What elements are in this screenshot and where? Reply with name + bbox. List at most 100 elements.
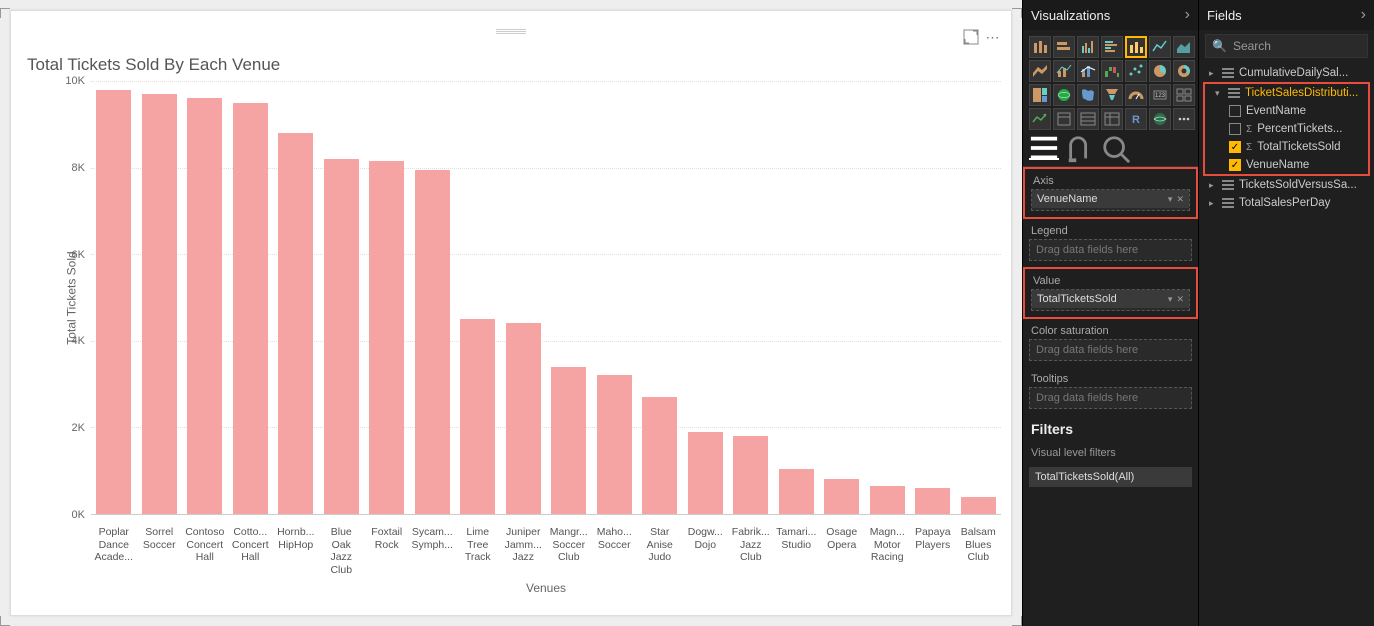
bar[interactable] xyxy=(642,397,677,514)
bar[interactable] xyxy=(824,479,859,514)
checkbox[interactable]: ✓ xyxy=(1229,141,1241,153)
fields-panel: Fields › 🔍 Search ▸CumulativeDailySal...… xyxy=(1198,0,1374,626)
field-row[interactable]: ✓ΣTotalTicketsSold xyxy=(1205,138,1368,156)
vis-type-icon[interactable] xyxy=(1173,60,1195,82)
analytics-tab-icon[interactable] xyxy=(1101,138,1131,160)
bar[interactable] xyxy=(597,375,632,514)
axis-well[interactable]: VenueName ▾ ✕ xyxy=(1031,189,1190,211)
bar[interactable] xyxy=(961,497,996,514)
table-name: TicketsSoldVersusSa... xyxy=(1239,179,1357,191)
vis-type-icon[interactable] xyxy=(1029,84,1051,106)
vis-type-icon[interactable] xyxy=(1173,84,1195,106)
format-tabs xyxy=(1023,136,1198,167)
bar[interactable] xyxy=(324,159,359,514)
format-tab-icon[interactable] xyxy=(1065,138,1095,160)
remove-icon[interactable]: ✕ xyxy=(1176,194,1184,205)
chart-visual[interactable]: ⋯ Total Tickets Sold By Each Venue Total… xyxy=(10,10,1012,616)
bar[interactable] xyxy=(506,323,541,514)
vis-type-icon[interactable] xyxy=(1053,108,1075,130)
y-tick: 6K xyxy=(72,249,85,261)
chevron-down-icon[interactable]: ▾ xyxy=(1168,194,1173,205)
vis-type-icon[interactable] xyxy=(1077,108,1099,130)
value-field-chip[interactable]: TotalTicketsSold ▾ ✕ xyxy=(1032,290,1189,308)
field-row[interactable]: ✓VenueName xyxy=(1205,156,1368,174)
resize-handle-br[interactable] xyxy=(1012,616,1022,626)
bar[interactable] xyxy=(415,170,450,514)
resize-handle-tr[interactable] xyxy=(1012,8,1022,18)
x-tick-label: Magn...MotorRacing xyxy=(865,526,911,564)
axis-field-chip[interactable]: VenueName ▾ ✕ xyxy=(1032,190,1189,208)
bar[interactable] xyxy=(187,98,222,514)
vis-type-icon[interactable] xyxy=(1125,60,1147,82)
bar[interactable] xyxy=(96,90,131,514)
remove-icon[interactable]: ✕ xyxy=(1176,294,1184,305)
caret-icon: ▸ xyxy=(1209,68,1217,79)
vis-type-icon[interactable]: 123 xyxy=(1149,84,1171,106)
vis-type-icon[interactable] xyxy=(1125,36,1147,58)
bar[interactable] xyxy=(779,469,814,514)
vis-type-icon[interactable] xyxy=(1125,84,1147,106)
vis-type-icon[interactable] xyxy=(1101,36,1123,58)
bar[interactable] xyxy=(870,486,905,514)
x-tick-label: Hornb...HipHop xyxy=(273,526,319,551)
tooltips-well[interactable]: Drag data fields here xyxy=(1029,387,1192,409)
chevron-right-icon[interactable]: › xyxy=(1185,6,1190,24)
bar[interactable] xyxy=(688,432,723,514)
vis-type-icon[interactable] xyxy=(1101,60,1123,82)
vis-type-icon[interactable] xyxy=(1173,108,1195,130)
bar[interactable] xyxy=(369,161,404,514)
vis-type-icon[interactable] xyxy=(1029,36,1051,58)
vis-type-icon[interactable] xyxy=(1149,36,1171,58)
bar[interactable] xyxy=(460,319,495,514)
vis-type-icon[interactable] xyxy=(1077,84,1099,106)
bar[interactable] xyxy=(278,133,313,514)
x-axis-label: Venues xyxy=(526,581,566,595)
bar[interactable] xyxy=(551,367,586,514)
field-row[interactable]: EventName xyxy=(1205,102,1368,120)
vis-type-icon[interactable] xyxy=(1101,108,1123,130)
report-canvas[interactable]: ⋯ Total Tickets Sold By Each Venue Total… xyxy=(0,0,1022,626)
more-options-icon[interactable]: ⋯ xyxy=(985,29,1001,45)
bar[interactable] xyxy=(733,436,768,514)
fields-tab-icon[interactable] xyxy=(1029,138,1059,160)
checkbox[interactable]: ✓ xyxy=(1229,159,1241,171)
table-row[interactable]: ▸CumulativeDailySal... xyxy=(1199,64,1374,82)
y-axis: Total Tickets Sold 0K2K4K6K8K10K xyxy=(41,81,91,515)
vis-type-icon[interactable]: R xyxy=(1125,108,1147,130)
legend-well[interactable]: Drag data fields here xyxy=(1029,239,1192,261)
table-row[interactable]: ▸TotalSalesPerDay xyxy=(1199,194,1374,212)
table-row[interactable]: ▸TicketsSoldVersusSa... xyxy=(1199,176,1374,194)
vis-type-icon[interactable] xyxy=(1077,36,1099,58)
search-input[interactable]: 🔍 Search xyxy=(1205,34,1368,58)
color-saturation-well[interactable]: Drag data fields here xyxy=(1029,339,1192,361)
checkbox[interactable] xyxy=(1229,123,1241,135)
bar[interactable] xyxy=(915,488,950,514)
vis-type-icon[interactable] xyxy=(1029,108,1051,130)
vis-type-icon[interactable] xyxy=(1053,60,1075,82)
table-row[interactable]: ▾TicketSalesDistributi... xyxy=(1205,84,1368,102)
bar[interactable] xyxy=(233,103,268,514)
chevron-down-icon[interactable]: ▾ xyxy=(1168,294,1173,305)
checkbox[interactable] xyxy=(1229,105,1241,117)
vis-type-icon[interactable] xyxy=(1173,36,1195,58)
bar[interactable] xyxy=(142,94,177,514)
focus-mode-icon[interactable] xyxy=(963,29,979,45)
vis-type-icon[interactable] xyxy=(1053,36,1075,58)
vis-type-icon[interactable] xyxy=(1101,84,1123,106)
x-tick-label: BalsamBluesClub xyxy=(956,526,1002,564)
filter-item[interactable]: TotalTicketsSold(All) xyxy=(1029,467,1192,487)
x-tick-label: Sycam...Symph... xyxy=(410,526,456,551)
value-well[interactable]: TotalTicketsSold ▾ ✕ xyxy=(1031,289,1190,311)
drag-handle-icon[interactable] xyxy=(496,29,526,34)
vis-type-icon[interactable] xyxy=(1029,60,1051,82)
fields-header[interactable]: Fields › xyxy=(1199,0,1374,30)
field-row[interactable]: ΣPercentTickets... xyxy=(1205,120,1368,138)
resize-handle-bl[interactable] xyxy=(0,616,10,626)
vis-type-icon[interactable] xyxy=(1149,108,1171,130)
vis-type-icon[interactable] xyxy=(1053,84,1075,106)
vis-type-icon[interactable] xyxy=(1149,60,1171,82)
resize-handle-tl[interactable] xyxy=(0,8,10,18)
vis-type-icon[interactable] xyxy=(1077,60,1099,82)
chevron-right-icon[interactable]: › xyxy=(1361,6,1366,24)
visualizations-header[interactable]: Visualizations › xyxy=(1023,0,1198,30)
